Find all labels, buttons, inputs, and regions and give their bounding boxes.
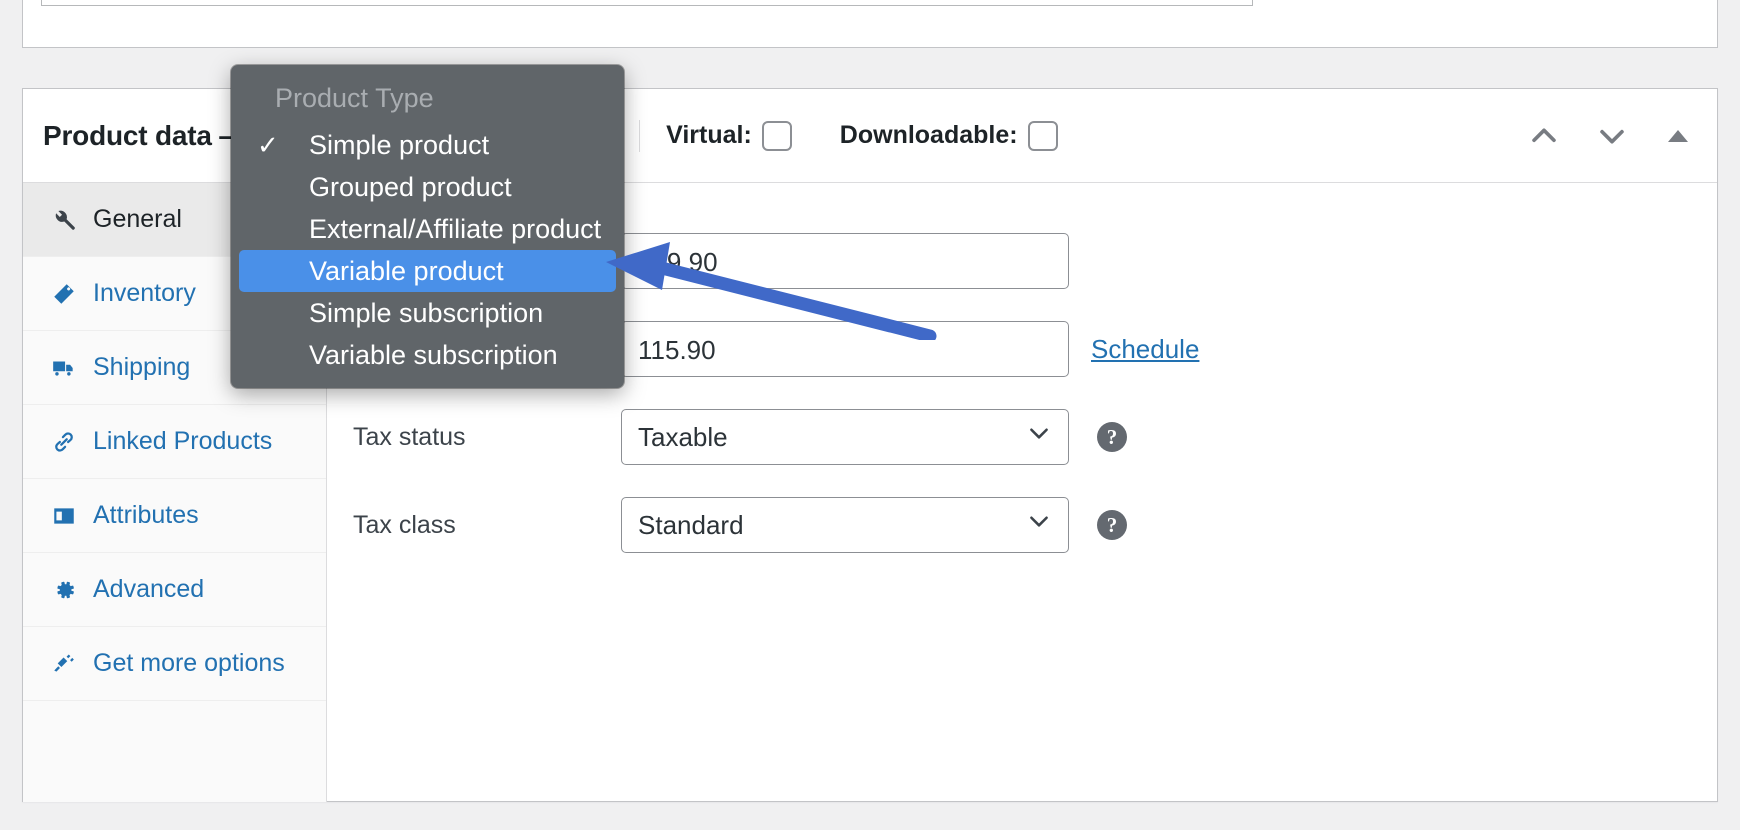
- list-card-icon: [49, 501, 79, 531]
- tax-status-value: Taxable: [638, 422, 728, 452]
- dropdown-option-simple-subscription[interactable]: Simple subscription: [239, 292, 616, 334]
- regular-price-input[interactable]: 149.90: [621, 233, 1069, 289]
- dropdown-option-grouped-product[interactable]: Grouped product: [239, 166, 616, 208]
- chevron-down-icon: [1026, 498, 1052, 552]
- dropdown-option-variable-subscription[interactable]: Variable subscription: [239, 334, 616, 376]
- sidebar-item-label: Shipping: [93, 353, 191, 381]
- sidebar-item-label: General: [93, 205, 182, 233]
- tax-status-row: Tax status Taxable ?: [327, 393, 1717, 481]
- help-icon[interactable]: ?: [1097, 422, 1127, 452]
- sidebar-item-label: Attributes: [93, 501, 199, 529]
- page-title: Product data —: [43, 119, 248, 151]
- virtual-checkbox-group[interactable]: Virtual:: [666, 120, 792, 151]
- dropdown-header-label: Product Type: [275, 83, 434, 113]
- move-up-button[interactable]: [1527, 119, 1561, 153]
- tax-class-value: Standard: [638, 510, 744, 540]
- dropdown-option-variable-product[interactable]: Variable product: [239, 250, 616, 292]
- tax-class-select[interactable]: Standard: [621, 497, 1069, 553]
- sidebar-item-attributes[interactable]: Attributes: [23, 479, 326, 553]
- tax-class-row: Tax class Standard ?: [327, 481, 1717, 569]
- plug-icon: [49, 649, 79, 679]
- inventory-tag-icon: [49, 279, 79, 309]
- dropdown-option-simple-product[interactable]: ✓ Simple product: [239, 124, 616, 166]
- tax-status-label: Tax status: [353, 422, 466, 451]
- gear-icon: [49, 575, 79, 605]
- dropdown-option-label: Grouped product: [309, 171, 512, 202]
- metabox-header-actions: [1527, 119, 1699, 153]
- virtual-checkbox[interactable]: [761, 120, 792, 151]
- sidebar-item-label: Linked Products: [93, 427, 273, 455]
- check-icon: ✓: [257, 130, 279, 160]
- move-down-button[interactable]: [1595, 119, 1629, 153]
- above-metabox-editor-box: [41, 0, 1253, 6]
- page-root: Product data — ? Virtual: Downloadable:: [0, 0, 1740, 830]
- dropdown-option-label: Simple subscription: [309, 297, 544, 328]
- help-icon[interactable]: ?: [1097, 510, 1127, 540]
- chevron-down-icon: [1026, 410, 1052, 464]
- sale-price-input[interactable]: 115.90: [621, 321, 1069, 377]
- collapse-toggle-button[interactable]: [1663, 119, 1693, 153]
- product-type-dropdown-menu[interactable]: Product Type ✓ Simple product Grouped pr…: [231, 65, 624, 388]
- sidebar-item-label: Advanced: [93, 575, 205, 603]
- link-icon: [49, 427, 79, 457]
- downloadable-label: Downloadable:: [839, 121, 1018, 149]
- dropdown-option-label: Variable subscription: [309, 339, 558, 370]
- sidebar-item-advanced[interactable]: Advanced: [23, 553, 326, 627]
- downloadable-checkbox-group[interactable]: Downloadable:: [839, 120, 1058, 151]
- header-divider: [639, 119, 641, 152]
- dropdown-option-external-affiliate-product[interactable]: External/Affiliate product: [239, 208, 616, 250]
- schedule-link[interactable]: Schedule: [1091, 334, 1199, 365]
- dropdown-option-label: Simple product: [309, 129, 490, 160]
- sidebar-item-linked-products[interactable]: Linked Products: [23, 405, 326, 479]
- downloadable-checkbox[interactable]: [1027, 120, 1058, 151]
- wrench-icon: [49, 205, 79, 235]
- dropdown-option-label: Variable product: [309, 255, 504, 286]
- virtual-label: Virtual:: [666, 121, 752, 149]
- sidebar-item-label: Inventory: [93, 279, 196, 307]
- sidebar-item-get-more-options[interactable]: Get more options: [23, 627, 326, 701]
- truck-icon: [49, 353, 79, 383]
- tax-status-select[interactable]: Taxable: [621, 409, 1069, 465]
- above-metabox-panel: [22, 0, 1718, 48]
- tax-class-label: Tax class: [353, 510, 456, 539]
- sidebar-item-label: Get more options: [93, 649, 285, 677]
- dropdown-option-label: External/Affiliate product: [309, 213, 602, 244]
